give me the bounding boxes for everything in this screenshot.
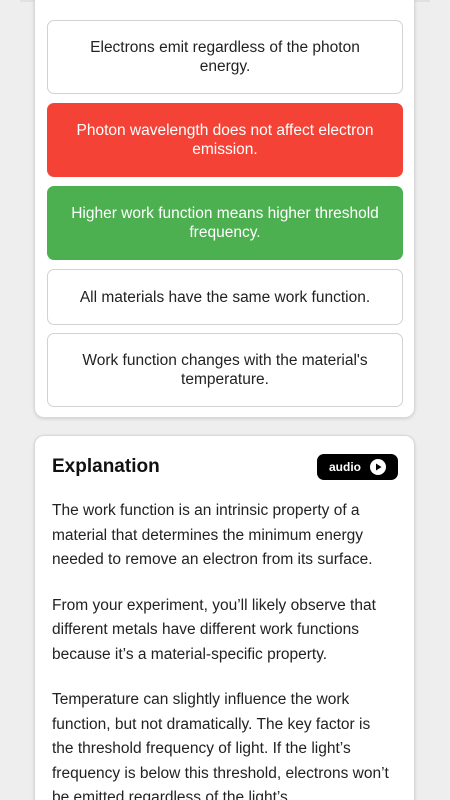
explanation-card: Explanation audio The work function is a… (34, 435, 415, 800)
answer-option-label: Higher work function means higher thresh… (71, 205, 379, 241)
answer-option-4[interactable]: All materials have the same work functio… (47, 269, 403, 325)
answer-option-label: All materials have the same work functio… (79, 288, 371, 306)
explanation-body: The work function is an intrinsic proper… (52, 499, 392, 800)
answer-option-2-wrong[interactable]: Photon wavelength does not affect electr… (47, 103, 403, 177)
answer-option-label: Photon wavelength does not affect electr… (76, 122, 374, 158)
answer-option-3-correct[interactable]: Higher work function means higher thresh… (47, 186, 403, 260)
answer-option-label: Electrons emit regardless of the photon … (90, 39, 360, 75)
play-circle-icon (370, 459, 386, 475)
answer-option-label: Work function changes with the material'… (82, 352, 368, 388)
explanation-title: Explanation (52, 456, 160, 477)
answer-option-1[interactable]: Electrons emit regardless of the photon … (47, 20, 403, 94)
audio-button[interactable]: audio (317, 454, 398, 480)
explanation-paragraph: The work function is an intrinsic proper… (52, 502, 373, 568)
quiz-answer-card: Electrons emit regardless of the photon … (34, 0, 415, 418)
explanation-paragraph: Temperature can slightly influence the w… (52, 691, 389, 800)
answer-option-5[interactable]: Work function changes with the material'… (47, 333, 403, 407)
audio-button-label: audio (329, 460, 361, 474)
page: Electrons emit regardless of the photon … (0, 0, 450, 800)
explanation-paragraph: From your experiment, you’ll likely obse… (52, 596, 376, 663)
